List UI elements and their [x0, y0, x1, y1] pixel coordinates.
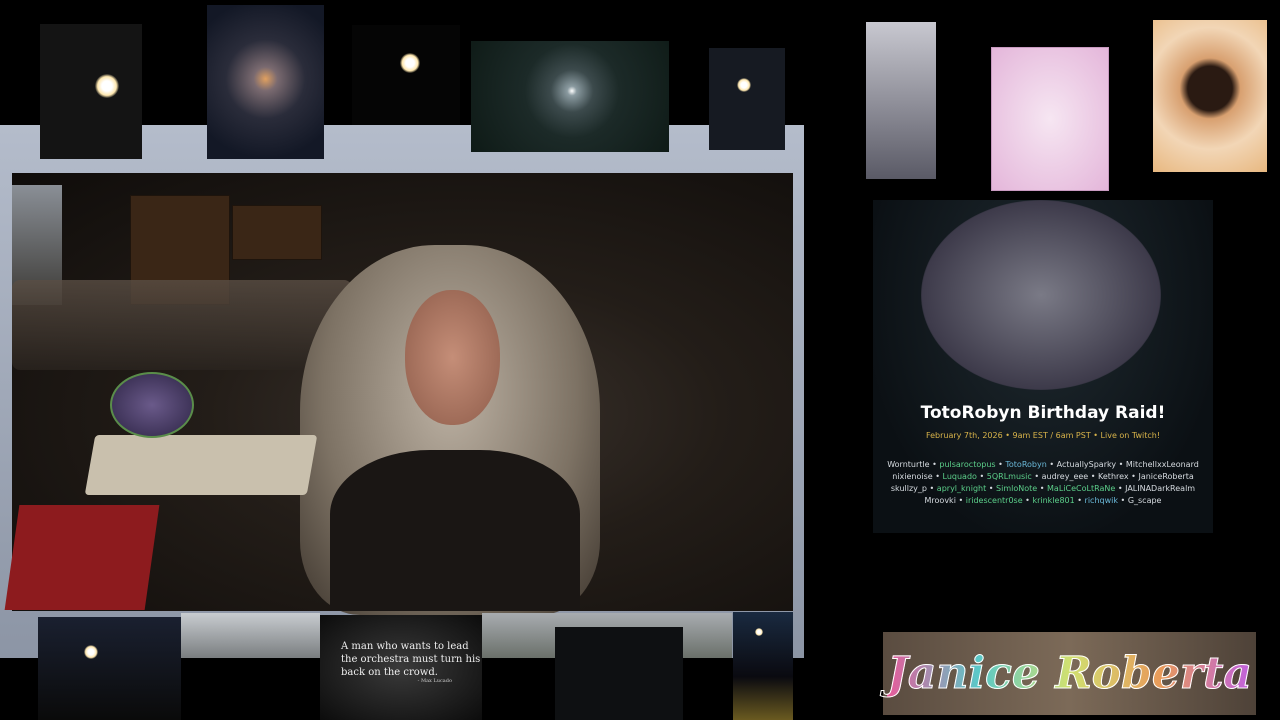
- totorobyn-sticker: [110, 372, 194, 438]
- moon-halo-trees-photo: [207, 5, 324, 159]
- raider-names: Wornturtle • pulsaroctopus • TotoRobyn •…: [883, 459, 1203, 507]
- raid-title: TotoRobyn Birthday Raid!: [920, 403, 1166, 423]
- raid-date: February 7th, 2026 • 9am EST / 6am PST •…: [925, 431, 1161, 440]
- cloudy-sky-photo: [181, 613, 320, 658]
- separator: •: [932, 472, 943, 481]
- separator: •: [1037, 484, 1048, 493]
- raider-name: iridescentr0se: [965, 496, 1023, 505]
- moon-street-photo: [38, 617, 181, 720]
- raider-name: MaLiCeCoLtRaNe: [1047, 484, 1116, 493]
- moon-photo-2: [352, 25, 460, 125]
- streamer-body: [330, 450, 580, 611]
- raider-name: MitchellxxLeonard: [1125, 460, 1199, 469]
- separator: •: [1031, 472, 1042, 481]
- raider-name: ActuallySparky: [1056, 460, 1117, 469]
- raider-name: krinkle801: [1032, 496, 1075, 505]
- kitchen-cabinet: [232, 205, 322, 260]
- separator: •: [1088, 472, 1099, 481]
- raider-name: Luquado: [942, 472, 977, 481]
- separator: •: [1022, 496, 1033, 505]
- night-photo: [555, 627, 683, 720]
- raider-name: Mroovki: [924, 496, 956, 505]
- synthesizer-keyboard: [84, 435, 318, 495]
- raider-name: JALINADarkRealm: [1125, 484, 1196, 493]
- streamer-face: [405, 290, 500, 425]
- raider-name: skullzy_p: [890, 484, 927, 493]
- name-banner-text: Janice Roberta: [887, 648, 1253, 700]
- quote-text: A man who wants to lead the orchestra mu…: [341, 641, 481, 678]
- raider-row: skullzy_p • apryl_knight • SimloNote • M…: [883, 483, 1203, 495]
- raider-row: nixienoise • Luquado • 5QRLmusic • audre…: [883, 471, 1203, 483]
- raider-name: G_scape: [1127, 496, 1162, 505]
- raider-name: nixienoise: [892, 472, 933, 481]
- raider-name: TotoRobyn: [1005, 460, 1047, 469]
- totorobyn-art: [921, 200, 1161, 390]
- separator: •: [929, 460, 940, 469]
- separator: •: [926, 484, 937, 493]
- separator: •: [1128, 472, 1139, 481]
- raider-name: Wornturtle: [887, 460, 930, 469]
- totorobyn-headphones-art: [991, 47, 1109, 191]
- quote-card: A man who wants to lead the orchestra mu…: [320, 615, 482, 720]
- separator: •: [955, 496, 966, 505]
- separator: •: [986, 484, 997, 493]
- raider-name: 5QRLmusic: [986, 472, 1032, 481]
- raider-name: pulsaroctopus: [939, 460, 996, 469]
- red-keyboard: [4, 505, 160, 610]
- raider-name: Kethrex: [1098, 472, 1129, 481]
- raid-poster: TotoRobyn Birthday Raid! February 7th, 2…: [873, 200, 1213, 533]
- name-banner: Janice Roberta: [883, 632, 1256, 715]
- raider-row: Wornturtle • pulsaroctopus • TotoRobyn •…: [883, 459, 1203, 471]
- separator: •: [976, 472, 987, 481]
- separator: •: [1118, 496, 1128, 505]
- cooking-pots: [12, 280, 352, 370]
- moon-branches-photo: [709, 48, 785, 150]
- moon-field-photo: [733, 612, 793, 720]
- moon-tree-silhouette-photo: [866, 22, 936, 179]
- raider-name: richqwik: [1084, 496, 1118, 505]
- sun-wall-decor-photo: [1153, 20, 1267, 172]
- separator: •: [1116, 460, 1126, 469]
- raider-name: apryl_knight: [936, 484, 987, 493]
- quote-author: - Max Lucado: [417, 678, 452, 684]
- moon-halo-photo: [471, 41, 669, 152]
- raider-name: JaniceRoberta: [1138, 472, 1194, 481]
- separator: •: [1074, 496, 1085, 505]
- separator: •: [995, 460, 1006, 469]
- raider-row: Mroovki • iridescentr0se • krinkle801 • …: [883, 495, 1203, 507]
- separator: •: [1115, 484, 1126, 493]
- raider-name: SimloNote: [996, 484, 1038, 493]
- raider-name: audrey_eee: [1041, 472, 1089, 481]
- separator: •: [1046, 460, 1057, 469]
- moon-photo-1: [40, 24, 142, 159]
